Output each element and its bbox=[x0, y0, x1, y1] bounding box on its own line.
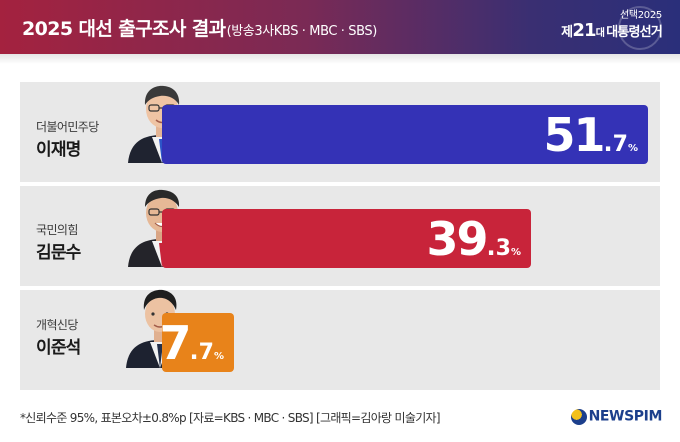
party-label: 국민의힘 bbox=[36, 223, 78, 237]
brand-prefix: 제 bbox=[561, 25, 573, 40]
newspim-logo: NEWSPIM bbox=[570, 406, 663, 425]
header-banner: 2025 대선 출구조사 결과(방송3사KBS · MBC · SBS) 선택2… bbox=[0, 0, 680, 54]
percent-sign: % bbox=[627, 143, 638, 154]
value-decimal: 7 bbox=[198, 340, 214, 365]
candidate-name: 이재명 bbox=[36, 140, 81, 160]
value-decimal: 3 bbox=[495, 236, 511, 261]
brand-election: 대통령선거 bbox=[606, 25, 663, 40]
brand-caption: 선택2025 bbox=[619, 10, 662, 21]
value-decimal: 7 bbox=[612, 132, 628, 157]
page-title: 2025 대선 출구조사 결과(방송3사KBS · MBC · SBS) bbox=[22, 14, 377, 41]
brand-title: 제21대 대통령선거 bbox=[561, 20, 663, 41]
vote-bar: 51.7% bbox=[162, 105, 648, 164]
title-main: 2025 대선 출구조사 결과 bbox=[22, 18, 226, 40]
candidate-name: 이준석 bbox=[36, 338, 81, 358]
percent-sign: % bbox=[510, 247, 521, 258]
footnote: *신뢰수준 95%, 표본오차±0.8%p [자료=KBS · MBC · SB… bbox=[20, 411, 441, 425]
party-label: 더불어민주당 bbox=[36, 120, 99, 134]
value-integer: 51 bbox=[543, 108, 606, 162]
candidate-name: 김문수 bbox=[36, 243, 81, 263]
percent-sign: % bbox=[213, 351, 224, 362]
vote-value: 51.7% bbox=[543, 108, 638, 162]
brand-suffix: 대 bbox=[595, 28, 605, 39]
vote-bar: 7.7% bbox=[160, 313, 234, 372]
value-integer: 7 bbox=[159, 316, 192, 370]
result-row: 더불어민주당 이재명 51.7% bbox=[20, 82, 660, 182]
party-label: 개혁신당 bbox=[36, 318, 78, 332]
value-integer: 39 bbox=[426, 212, 489, 266]
vote-value: 7.7% bbox=[159, 316, 224, 370]
logo-text: NEWSPIM bbox=[588, 408, 663, 425]
header-shadow bbox=[0, 54, 680, 64]
vote-bar: 39.3% bbox=[162, 209, 531, 268]
newspim-logo-icon bbox=[570, 408, 587, 425]
brand-number: 21 bbox=[572, 20, 596, 41]
vote-value: 39.3% bbox=[426, 212, 521, 266]
title-subtitle: (방송3사KBS · MBC · SBS) bbox=[226, 24, 378, 39]
result-row: 국민의힘 김문수 39.3% bbox=[20, 186, 660, 286]
result-row: 개혁신당 이준석 7.7% bbox=[20, 289, 660, 390]
